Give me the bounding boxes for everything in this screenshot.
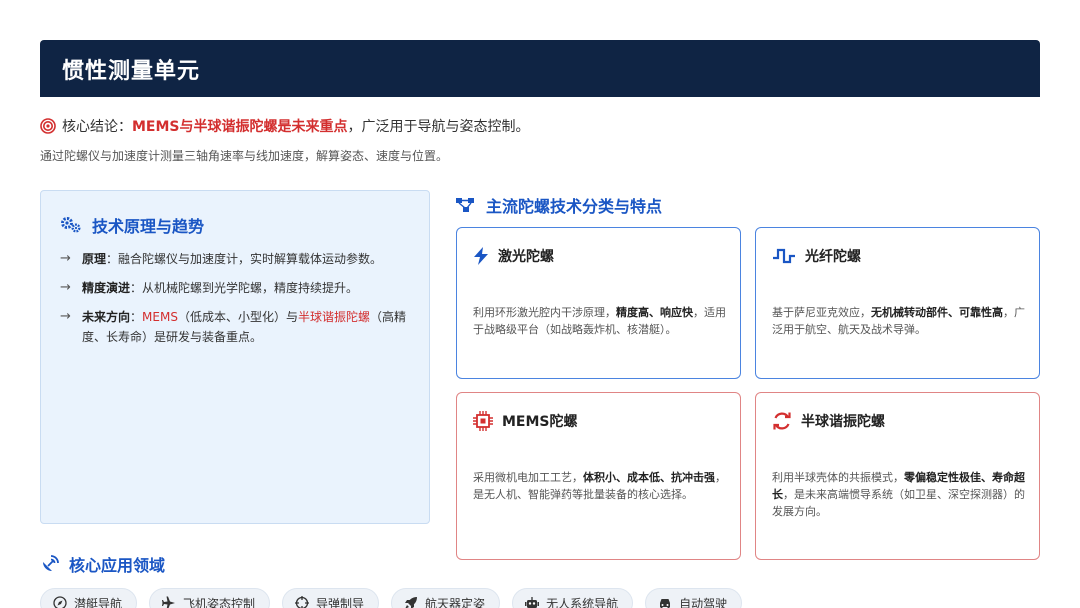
conclusion-suffix: ，广泛用于导航与姿态控制。	[347, 119, 530, 135]
robot-icon	[525, 597, 540, 608]
list-item: → 未来方向：MEMS（低成本、小型化）与半球谐振陀螺（高精度、长寿命）是研发与…	[60, 307, 412, 347]
list-item: → 原理：融合陀螺仪与加速度计，实时解算载体运动参数。	[60, 249, 412, 269]
tag-label: 潜艇导航	[74, 596, 123, 608]
applications-title: 核心应用领域	[69, 556, 166, 575]
title-bar: 惯性测量单元	[40, 40, 1040, 97]
item-label: 精度演进	[82, 281, 131, 295]
sync-icon	[773, 412, 791, 430]
desc-text: 利用半球壳体的共振模式，	[772, 471, 904, 484]
item-highlight-hrg: 半球谐振陀螺	[297, 310, 370, 324]
tag-missile[interactable]: 导弹制导	[282, 588, 380, 608]
item-separator: ：	[130, 310, 143, 324]
item-text: ：从机械陀螺到光学陀螺，精度持续提升。	[130, 281, 359, 295]
arrow-right-icon: →	[60, 251, 71, 266]
desc-bold: 精度高、响应快	[616, 306, 693, 319]
card-title: 光纤陀螺	[772, 246, 861, 266]
tag-unmanned[interactable]: 无人系统导航	[512, 588, 634, 608]
tag-label: 航天器定姿	[425, 596, 486, 608]
conclusion-highlight: MEMS与半球谐振陀螺是未来重点	[132, 119, 348, 135]
card-title: 激光陀螺	[473, 246, 554, 266]
tag-aircraft[interactable]: 飞机姿态控制	[149, 588, 271, 608]
item-label: 原理	[82, 252, 107, 266]
plane-icon	[162, 596, 176, 608]
application-tags: 潜艇导航 飞机姿态控制 导弹制导 航天器定姿 无人系统导航 自动驾驶	[40, 588, 754, 608]
card-title-text: 半球谐振陀螺	[801, 414, 885, 430]
gyro-section-heading: 主流陀螺技术分类与特点	[456, 193, 662, 217]
page-title: 惯性测量单元	[62, 59, 201, 84]
principle-panel: 技术原理与趋势 → 原理：融合陀螺仪与加速度计，实时解算载体运动参数。 → 精度…	[40, 190, 430, 524]
item-text: （低成本、小型化）与	[177, 310, 298, 324]
card-description: 利用半球壳体的共振模式，零偏稳定性极佳、寿命超长，是未来高端惯导系统（如卫星、深…	[772, 469, 1026, 520]
desc-bold: 体积小、成本低、抗冲击强	[583, 471, 715, 484]
card-fiber-gyro: 光纤陀螺 基于萨尼亚克效应，无机械转动部件、可靠性高，广泛用于航空、航天及战术导…	[755, 227, 1040, 379]
gears-icon	[61, 217, 81, 233]
applications-heading: 核心应用领域	[40, 552, 165, 576]
subtitle: 通过陀螺仪与加速度计测量三轴角速率与线加速度，解算姿态、速度与位置。	[40, 149, 449, 163]
tag-spacecraft[interactable]: 航天器定姿	[391, 588, 501, 608]
crosshair-icon	[295, 596, 310, 608]
principle-list: → 原理：融合陀螺仪与加速度计，实时解算载体运动参数。 → 精度演进：从机械陀螺…	[60, 249, 412, 356]
tag-label: 自动驾驶	[679, 596, 728, 608]
desc-text: ，是未来高端惯导系统（如卫星、深空探测器）的发展方向。	[772, 488, 1025, 518]
desc-text: 采用微机电加工工艺，	[473, 471, 583, 484]
pulse-wave-icon	[773, 248, 795, 264]
card-description: 利用环形激光腔内干涉原理，精度高、响应快，适用于战略级平台（如战略轰炸机、核潜艇…	[473, 304, 727, 338]
card-title-text: MEMS陀螺	[502, 414, 578, 430]
gyro-section-title: 主流陀螺技术分类与特点	[486, 197, 663, 216]
satellite-dish-icon	[43, 555, 59, 571]
compass-icon	[53, 596, 67, 608]
arrow-right-icon: →	[60, 309, 71, 324]
key-conclusion: 核心结论： MEMS与半球谐振陀螺是未来重点 ，广泛用于导航与姿态控制。	[40, 116, 530, 136]
chip-icon	[473, 411, 493, 431]
card-laser-gyro: 激光陀螺 利用环形激光腔内干涉原理，精度高、响应快，适用于战略级平台（如战略轰炸…	[456, 227, 741, 379]
item-label: 未来方向	[82, 310, 131, 324]
arrow-right-icon: →	[60, 280, 71, 295]
diagram-icon	[456, 198, 474, 212]
tag-label: 无人系统导航	[546, 596, 619, 608]
tag-label: 飞机姿态控制	[183, 596, 256, 608]
item-text: ：融合陀螺仪与加速度计，实时解算载体运动参数。	[106, 252, 383, 266]
rocket-icon	[405, 597, 418, 608]
card-description: 采用微机电加工工艺，体积小、成本低、抗冲击强，是无人机、智能弹药等批量装备的核心…	[473, 469, 727, 503]
desc-bold: 无机械转动部件、可靠性高	[871, 306, 1003, 319]
tag-submarine[interactable]: 潜艇导航	[40, 588, 138, 608]
item-highlight-mems: MEMS	[142, 310, 178, 324]
card-description: 基于萨尼亚克效应，无机械转动部件、可靠性高，广泛用于航空、航天及战术导弹。	[772, 304, 1026, 338]
card-title-text: 光纤陀螺	[805, 249, 861, 265]
tag-autonomous-driving[interactable]: 自动驾驶	[645, 588, 743, 608]
card-hrg-gyro: 半球谐振陀螺 利用半球壳体的共振模式，零偏稳定性极佳、寿命超长，是未来高端惯导系…	[755, 392, 1040, 560]
card-mems-gyro: MEMS陀螺 采用微机电加工工艺，体积小、成本低、抗冲击强，是无人机、智能弹药等…	[456, 392, 741, 560]
principle-heading: 技术原理与趋势	[60, 213, 204, 237]
card-title: MEMS陀螺	[473, 411, 578, 431]
principle-title: 技术原理与趋势	[92, 217, 205, 236]
car-icon	[660, 599, 671, 608]
desc-text: 利用环形激光腔内干涉原理，	[473, 306, 616, 319]
list-item: → 精度演进：从机械陀螺到光学陀螺，精度持续提升。	[60, 278, 412, 298]
card-title: 半球谐振陀螺	[772, 411, 885, 431]
conclusion-prefix: 核心结论：	[62, 119, 132, 135]
target-icon	[40, 118, 56, 134]
bolt-icon	[474, 247, 488, 265]
card-title-text: 激光陀螺	[498, 249, 554, 265]
desc-text: 基于萨尼亚克效应，	[772, 306, 871, 319]
tag-label: 导弹制导	[316, 596, 365, 608]
